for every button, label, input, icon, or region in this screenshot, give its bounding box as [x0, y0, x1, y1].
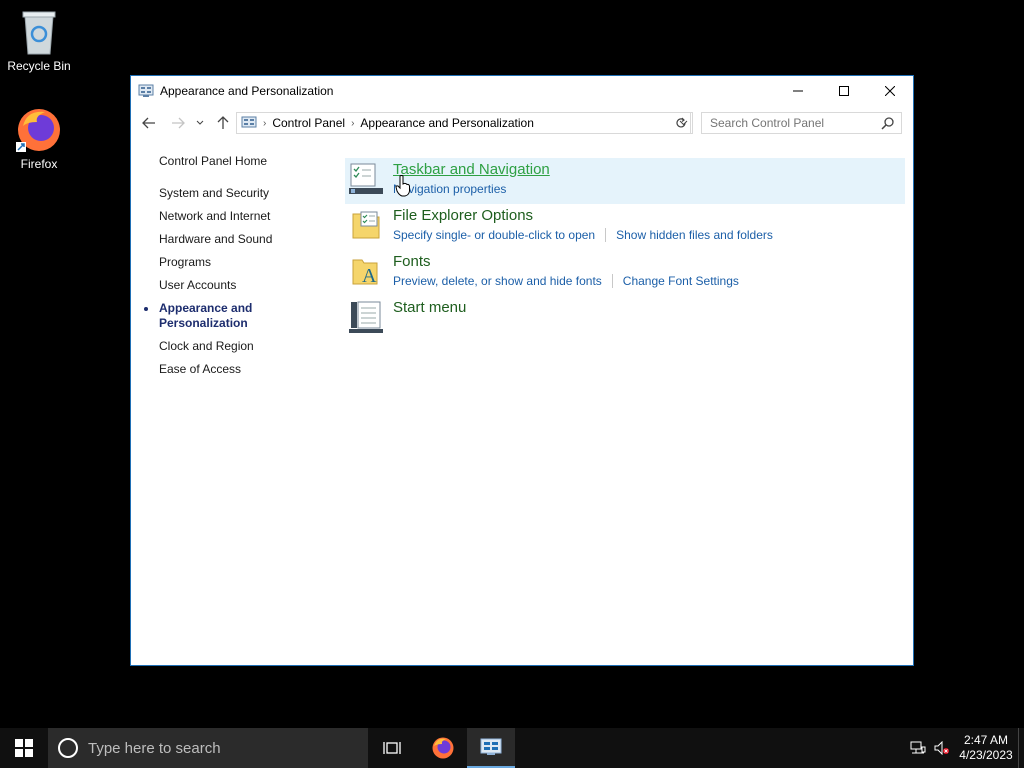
search-icon — [881, 117, 894, 130]
taskbar-icon — [349, 163, 383, 194]
recycle-bin-label: Recycle Bin — [7, 59, 71, 73]
left-nav: Control Panel Home System and Security N… — [144, 154, 319, 385]
task-view-button[interactable] — [368, 728, 416, 768]
category-list: Taskbar and Navigation Navigation proper… — [345, 158, 905, 342]
clock[interactable]: 2:47 AM 4/23/2023 — [954, 733, 1018, 763]
back-button[interactable] — [140, 114, 158, 132]
category-title[interactable]: Taskbar and Navigation — [393, 161, 550, 178]
recycle-bin-shortcut[interactable]: Recycle Bin — [1, 8, 77, 73]
category-title[interactable]: Start menu — [393, 299, 466, 316]
network-icon — [910, 741, 926, 754]
show-hidden-files-link[interactable]: Show hidden files and folders — [616, 228, 773, 242]
link-divider — [611, 274, 613, 288]
forward-button[interactable] — [169, 114, 187, 132]
nav-hardware-and-sound[interactable]: Hardware and Sound — [159, 232, 319, 247]
nav-programs[interactable]: Programs — [159, 255, 319, 270]
breadcrumb-appearance[interactable]: Appearance and Personalization — [360, 116, 533, 130]
category-title[interactable]: Fonts — [393, 253, 431, 270]
control-panel-icon — [241, 116, 257, 128]
nav-user-accounts[interactable]: User Accounts — [159, 278, 319, 293]
firefox-shortcut[interactable]: Firefox — [1, 106, 77, 171]
nav-system-and-security[interactable]: System and Security — [159, 186, 319, 201]
fonts-icon: A — [352, 259, 378, 287]
category-taskbar-and-navigation[interactable]: Taskbar and Navigation Navigation proper… — [345, 158, 905, 204]
control-panel-home-link[interactable]: Control Panel Home — [159, 154, 319, 168]
change-font-settings-link[interactable]: Change Font Settings — [623, 274, 739, 288]
nav-network-and-internet[interactable]: Network and Internet — [159, 209, 319, 224]
taskbar-search[interactable]: Type here to search — [48, 728, 368, 768]
control-panel-window: Appearance and Personalization › Control… — [130, 75, 914, 666]
address-bar[interactable]: › Control Panel › Appearance and Persona… — [236, 112, 693, 134]
start-menu-icon — [349, 301, 383, 333]
start-button[interactable] — [0, 728, 48, 768]
breadcrumb-separator[interactable]: › — [263, 118, 266, 129]
arrow-right-icon — [172, 117, 185, 129]
minimize-icon — [793, 90, 803, 91]
arrow-left-icon — [142, 117, 155, 129]
maximize-button[interactable] — [821, 76, 867, 105]
category-title[interactable]: File Explorer Options — [393, 207, 533, 224]
close-icon — [885, 85, 895, 96]
taskbar-firefox-button[interactable] — [419, 728, 467, 768]
show-desktop-button[interactable] — [1018, 728, 1024, 768]
nav-ease-of-access[interactable]: Ease of Access — [159, 362, 319, 377]
search-input[interactable] — [702, 116, 872, 130]
svg-text:A: A — [362, 265, 377, 287]
windows-logo-icon — [15, 739, 33, 757]
volume-muted-icon — [934, 741, 949, 755]
refresh-icon — [675, 117, 686, 128]
category-file-explorer-options[interactable]: File Explorer Options Specify single- or… — [345, 204, 905, 250]
title-bar[interactable]: Appearance and Personalization — [131, 76, 913, 105]
network-button[interactable] — [906, 741, 930, 755]
category-fonts[interactable]: A Fonts Preview, delete, or show and hid… — [345, 250, 905, 296]
refresh-button[interactable] — [671, 112, 691, 134]
minimize-button[interactable] — [775, 76, 821, 105]
taskbar-control-panel-button[interactable] — [467, 728, 515, 768]
up-button[interactable] — [214, 114, 232, 132]
nav-appearance-and-personalization[interactable]: Appearance and Personalization — [144, 301, 259, 331]
window-title: Appearance and Personalization — [160, 83, 334, 98]
search-control-panel[interactable] — [701, 112, 902, 134]
firefox-icon — [16, 109, 60, 152]
maximize-icon — [839, 85, 849, 96]
arrow-up-icon — [217, 116, 229, 129]
task-view-icon — [383, 742, 401, 754]
close-button[interactable] — [867, 76, 913, 105]
chevron-down-icon — [196, 120, 204, 125]
firefox-label: Firefox — [20, 157, 58, 171]
nav-clock-and-region[interactable]: Clock and Region — [159, 339, 319, 354]
system-tray: 2:47 AM 4/23/2023 — [906, 728, 1024, 768]
hand-cursor-icon — [395, 175, 410, 197]
breadcrumb-separator[interactable]: › — [351, 118, 354, 129]
taskbar: Type here to search 2:47 AM 4/23/2023 — [0, 728, 1024, 768]
volume-button[interactable] — [930, 741, 954, 755]
single-double-click-link[interactable]: Specify single- or double-click to open — [393, 228, 595, 242]
taskbar-search-placeholder: Type here to search — [88, 739, 221, 757]
category-start-menu[interactable]: Start menu — [345, 296, 905, 342]
control-panel-icon — [138, 84, 154, 97]
recycle-bin-icon — [22, 11, 56, 55]
cortana-icon — [58, 738, 78, 758]
preview-fonts-link[interactable]: Preview, delete, or show and hide fonts — [393, 274, 602, 288]
breadcrumb-control-panel[interactable]: Control Panel — [272, 116, 345, 130]
recent-locations-button[interactable] — [194, 114, 206, 132]
clock-time: 2:47 AM — [963, 733, 1009, 747]
clock-date: 4/23/2023 — [959, 748, 1013, 762]
control-panel-icon — [480, 738, 502, 755]
link-divider — [605, 228, 607, 242]
firefox-icon — [432, 737, 454, 759]
folder-options-icon — [352, 211, 380, 239]
